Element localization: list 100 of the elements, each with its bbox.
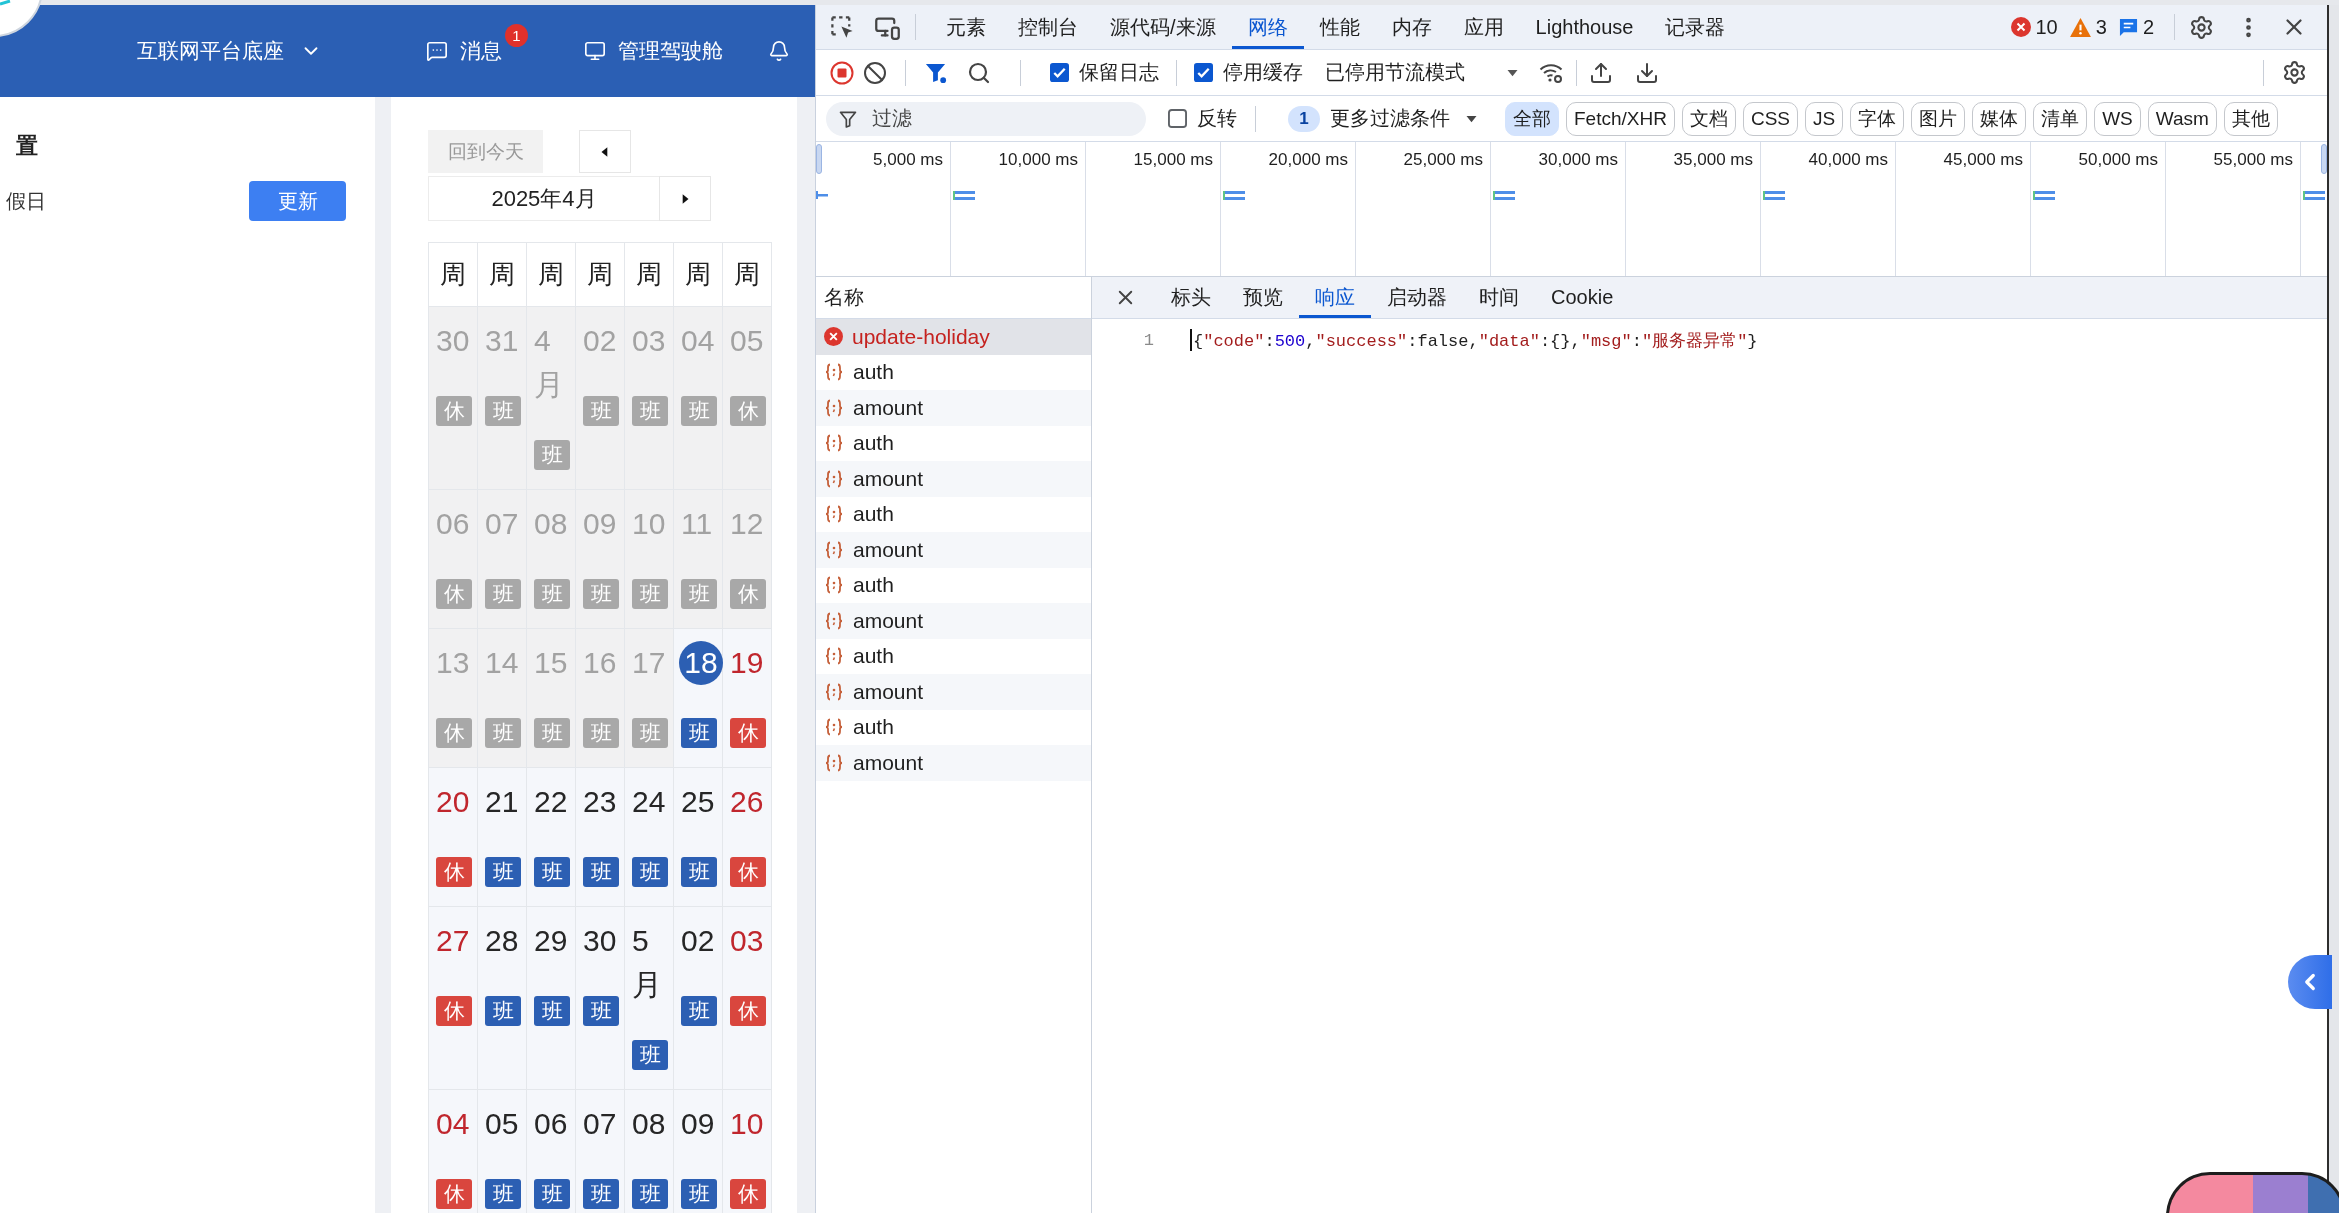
- day-cell[interactable]: 21 班: [478, 768, 527, 907]
- devtools-tab[interactable]: 源代码/来源: [1094, 5, 1232, 49]
- day-cell[interactable]: 5月 班: [625, 907, 674, 1090]
- day-number: 27: [436, 923, 470, 959]
- type-filter-chip[interactable]: WS: [2094, 101, 2141, 136]
- error-count-button[interactable]: 10: [2004, 15, 2064, 39]
- day-cell[interactable]: 10 休: [723, 1090, 772, 1213]
- day-cell[interactable]: 25 班: [674, 768, 723, 907]
- stop-recording-icon[interactable]: [830, 60, 854, 85]
- filter-icon[interactable]: [924, 61, 947, 84]
- request-row[interactable]: amount: [816, 674, 1091, 710]
- detail-tab[interactable]: 时间: [1463, 277, 1535, 318]
- bell-icon[interactable]: [768, 40, 790, 62]
- day-number: 29: [534, 923, 568, 959]
- day-number: 10: [632, 506, 666, 542]
- day-cell[interactable]: 18 班: [674, 629, 723, 768]
- day-tag: 休: [730, 718, 766, 748]
- request-row[interactable]: update-holiday: [816, 319, 1091, 355]
- detail-tab[interactable]: Cookie: [1535, 277, 1630, 318]
- devtools-tab[interactable]: 元素: [930, 5, 1002, 49]
- warning-count-button[interactable]: 3: [2063, 15, 2113, 39]
- update-button[interactable]: 更新: [249, 181, 346, 221]
- detail-tab[interactable]: 启动器: [1371, 277, 1463, 318]
- day-cell[interactable]: 05 班: [478, 1090, 527, 1213]
- nav-link[interactable]: 管理驾驶舱: [584, 37, 723, 65]
- upload-icon[interactable]: [1589, 60, 1613, 85]
- range-handle[interactable]: [816, 144, 822, 174]
- request-row[interactable]: amount: [816, 603, 1091, 639]
- detail-tab[interactable]: 标头: [1155, 277, 1227, 318]
- checkbox[interactable]: [1168, 109, 1187, 128]
- day-cell[interactable]: 30 班: [576, 907, 625, 1090]
- type-filter-chip[interactable]: JS: [1805, 101, 1844, 136]
- code-line: {"code":500,"success":false,"data":{},"msg":"服务器异常"}: [1193, 330, 1758, 352]
- clear-icon[interactable]: [863, 60, 887, 85]
- day-cell[interactable]: 26 休: [723, 768, 772, 907]
- detail-tab[interactable]: 预览: [1227, 277, 1299, 318]
- type-filter-chip[interactable]: 全部: [1505, 101, 1559, 136]
- settings-icon[interactable]: [2189, 14, 2214, 40]
- type-filter-chip[interactable]: Fetch/XHR: [1566, 101, 1675, 136]
- day-cell[interactable]: 04 休: [429, 1090, 478, 1213]
- throttling-select[interactable]: 已停用节流模式: [1325, 59, 1465, 86]
- day-number: 30: [583, 923, 617, 959]
- day-number: 15: [534, 645, 568, 681]
- day-cell[interactable]: 20 休: [429, 768, 478, 907]
- tick-label: 55,000 ms: [2213, 149, 2294, 170]
- day-number: 08: [534, 506, 568, 542]
- day-cell[interactable]: 08 班: [625, 1090, 674, 1213]
- settings-icon[interactable]: [2282, 60, 2307, 85]
- day-cell[interactable]: 19 休: [723, 629, 772, 768]
- tick-label: 10,000 ms: [998, 149, 1079, 170]
- detail-tab[interactable]: 响应: [1299, 277, 1371, 318]
- devtools-tab[interactable]: 记录器: [1649, 5, 1742, 49]
- day-tag: 休: [436, 396, 472, 426]
- day-number: 03: [730, 923, 764, 959]
- nav-link[interactable]: 消息: [426, 37, 502, 65]
- day-cell[interactable]: 28 班: [478, 907, 527, 1090]
- day-number: 02: [681, 923, 715, 959]
- request-row[interactable]: amount: [816, 745, 1091, 781]
- devtools-tab[interactable]: 控制台: [1002, 5, 1094, 49]
- type-filter-chip[interactable]: 图片: [1911, 101, 1966, 136]
- range-handle[interactable]: [2321, 144, 2327, 174]
- day-cell[interactable]: 27 休: [429, 907, 478, 1090]
- day-cell[interactable]: 22 班: [527, 768, 576, 907]
- request-row[interactable]: amount: [816, 532, 1091, 568]
- error-icon: [824, 327, 843, 347]
- devtools-tab[interactable]: 内存: [1375, 5, 1448, 49]
- platform-dropdown[interactable]: 互联网平台底座: [137, 37, 322, 65]
- more-filters-button[interactable]: 更多过滤条件: [1320, 105, 1479, 132]
- day-cell[interactable]: 02 班: [674, 907, 723, 1090]
- search-icon[interactable]: [967, 60, 991, 85]
- day-cell[interactable]: 29 班: [527, 907, 576, 1090]
- checkbox[interactable]: [1194, 63, 1213, 82]
- request-row[interactable]: amount: [816, 461, 1091, 497]
- day-cell[interactable]: 03 休: [723, 907, 772, 1090]
- type-filter-chip[interactable]: 媒体: [1972, 101, 2027, 136]
- timing-bar-icon: [2033, 191, 2055, 200]
- devtools-tab[interactable]: 应用: [1447, 5, 1520, 49]
- type-filter-chip[interactable]: 文档: [1681, 101, 1736, 136]
- type-filter-chip[interactable]: CSS: [1742, 101, 1798, 136]
- day-cell[interactable]: 06 班: [527, 1090, 576, 1213]
- day-number: 09: [681, 1106, 715, 1142]
- devtools-tab[interactable]: Lighthouse: [1519, 5, 1650, 49]
- type-filter-chip[interactable]: Wasm: [2147, 101, 2217, 136]
- day-cell[interactable]: 24 班: [625, 768, 674, 907]
- devtools-tab[interactable]: 网络: [1231, 5, 1304, 49]
- type-filter-chip[interactable]: 字体: [1850, 101, 1905, 136]
- request-row[interactable]: amount: [816, 390, 1091, 426]
- download-icon[interactable]: [1635, 60, 1659, 85]
- devtools-tab[interactable]: 性能: [1303, 5, 1376, 49]
- checkbox[interactable]: [1050, 63, 1069, 82]
- day-cell[interactable]: 09 班: [674, 1090, 723, 1213]
- type-filter-chip[interactable]: 清单: [2033, 101, 2088, 136]
- braces-icon: [824, 575, 844, 596]
- type-filter-chip[interactable]: 其他: [2223, 101, 2278, 136]
- day-cell[interactable]: 07 班: [576, 1090, 625, 1213]
- filter-field[interactable]: 过滤: [826, 101, 1146, 136]
- day-cell[interactable]: 23 班: [576, 768, 625, 907]
- braces-icon: [824, 717, 844, 738]
- day-number: 07: [583, 1106, 617, 1142]
- message-count-button[interactable]: 2: [2112, 15, 2160, 39]
